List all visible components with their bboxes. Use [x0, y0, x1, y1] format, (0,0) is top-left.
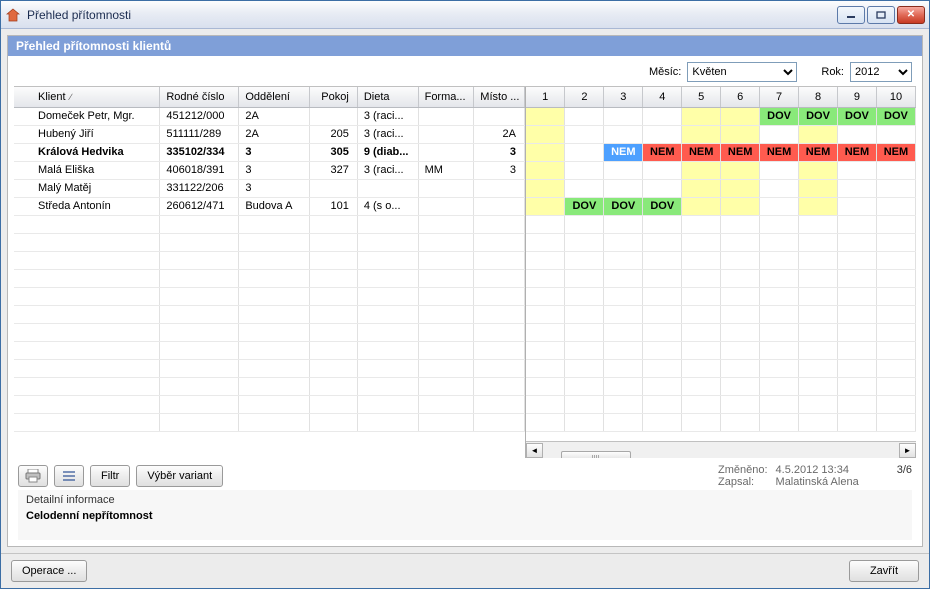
col-day-6[interactable]: 6	[721, 87, 760, 107]
filter-button[interactable]: Filtr	[90, 465, 130, 487]
row-counter: 3/6	[867, 464, 912, 476]
table-row[interactable]	[14, 377, 525, 395]
sort-asc-icon: ∕	[68, 92, 72, 102]
window-title: Přehled přítomnosti	[27, 8, 131, 22]
col-klient[interactable]: Klient ∕	[14, 87, 160, 107]
month-label: Měsíc:	[649, 66, 681, 78]
col-dieta[interactable]: Dieta	[357, 87, 418, 107]
table-row[interactable]	[526, 305, 916, 323]
table-row[interactable]	[526, 125, 916, 143]
close-button[interactable]: ✕	[897, 6, 925, 24]
meta-info: Změněno: 4.5.2012 13:34 3/6 Zapsal: Mala…	[718, 464, 912, 488]
table-row[interactable]	[526, 179, 916, 197]
table-row[interactable]	[526, 413, 916, 431]
print-button[interactable]	[18, 465, 48, 487]
detail-box: Detailní informace Celodenní nepřítomnos…	[18, 490, 912, 540]
changed-label: Změněno:	[718, 464, 768, 476]
minimize-button[interactable]	[837, 6, 865, 24]
table-row[interactable]	[526, 161, 916, 179]
table-row[interactable]	[526, 341, 916, 359]
table-row[interactable]	[14, 215, 525, 233]
maximize-button[interactable]	[867, 6, 895, 24]
col-day-3[interactable]: 3	[604, 87, 643, 107]
col-misto[interactable]: Místo ...	[474, 87, 525, 107]
col-day-2[interactable]: 2	[565, 87, 604, 107]
table-row[interactable]: Středa Antonín260612/471Budova A1014 (s …	[14, 197, 525, 215]
table-row[interactable]	[526, 395, 916, 413]
detail-label: Detailní informace	[26, 494, 904, 506]
col-day-4[interactable]: 4	[643, 87, 682, 107]
panel-header: Přehled přítomnosti klientů	[8, 36, 922, 56]
detail-value: Celodenní nepřítomnost	[26, 510, 904, 522]
table-row[interactable]	[14, 287, 525, 305]
month-select[interactable]: Květen	[687, 62, 797, 82]
table-row[interactable]: NEMNEMNEMNEMNEMNEMNEMNEM	[526, 143, 916, 161]
horizontal-scrollbar[interactable]: ◄ ►	[526, 441, 916, 458]
col-odd[interactable]: Oddělení	[239, 87, 310, 107]
grid-left[interactable]: Klient ∕ Rodné číslo Oddělení Pokoj Diet…	[14, 87, 526, 458]
table-row[interactable]	[526, 377, 916, 395]
grid: Klient ∕ Rodné číslo Oddělení Pokoj Diet…	[14, 86, 916, 458]
table-row[interactable]	[14, 305, 525, 323]
table-row[interactable]: Domeček Petr, Mgr.451212/0002A3 (raci...	[14, 107, 525, 125]
table-row[interactable]	[526, 215, 916, 233]
col-forma[interactable]: Forma...	[418, 87, 474, 107]
zavrit-button[interactable]: Zavřít	[849, 560, 919, 582]
filter-bar: Měsíc: Květen Rok: 2012	[8, 56, 922, 86]
col-pokoj[interactable]: Pokoj	[310, 87, 358, 107]
scroll-right-arrow[interactable]: ►	[899, 443, 916, 458]
year-select[interactable]: 2012	[850, 62, 912, 82]
col-day-9[interactable]: 9	[838, 87, 877, 107]
table-row[interactable]	[526, 251, 916, 269]
scroll-left-arrow[interactable]: ◄	[526, 443, 543, 458]
col-day-10[interactable]: 10	[876, 87, 915, 107]
col-day-5[interactable]: 5	[682, 87, 721, 107]
table-row[interactable]	[526, 269, 916, 287]
changed-value: 4.5.2012 13:34	[776, 464, 859, 476]
toolbar: Filtr Výběr variant Změněno: 4.5.2012 13…	[8, 458, 922, 490]
year-label: Rok:	[821, 66, 844, 78]
operace-button[interactable]: Operace ...	[11, 560, 87, 582]
content-panel: Přehled přítomnosti klientů Měsíc: Květe…	[7, 35, 923, 547]
table-row[interactable]	[14, 323, 525, 341]
table-row[interactable]	[526, 359, 916, 377]
table-row[interactable]	[14, 359, 525, 377]
grid-right[interactable]: 12345678910 DOVDOVDOVDOV NEMNEMNEMNEMNEMN…	[526, 87, 916, 458]
table-row[interactable]	[14, 395, 525, 413]
scroll-thumb[interactable]	[561, 451, 631, 458]
table-row[interactable]: Malý Matěj331122/2063	[14, 179, 525, 197]
table-row[interactable]	[526, 233, 916, 251]
app-window: Přehled přítomnosti ✕ Přehled přítomnost…	[0, 0, 930, 589]
table-row[interactable]	[14, 413, 525, 431]
table-row[interactable]: Malá Eliška406018/39133273 (raci...MM3	[14, 161, 525, 179]
wrote-label: Zapsal:	[718, 476, 768, 488]
col-day-7[interactable]: 7	[760, 87, 799, 107]
col-day-1[interactable]: 1	[526, 87, 565, 107]
wrote-value: Malatinská Alena	[776, 476, 859, 488]
table-row[interactable]	[14, 341, 525, 359]
table-row[interactable]: DOVDOVDOVDOV	[526, 107, 916, 125]
footer: Operace ... Zavřít	[1, 553, 929, 588]
table-row[interactable]	[14, 269, 525, 287]
table-row[interactable]: Králová Hedvika335102/33433059 (diab...3	[14, 143, 525, 161]
titlebar: Přehled přítomnosti ✕	[1, 1, 929, 29]
col-day-8[interactable]: 8	[799, 87, 838, 107]
table-row[interactable]: Hubený Jiří511111/2892A2053 (raci...2A	[14, 125, 525, 143]
table-row[interactable]	[526, 287, 916, 305]
table-row[interactable]	[526, 323, 916, 341]
variants-button[interactable]: Výběr variant	[136, 465, 223, 487]
table-row[interactable]	[14, 233, 525, 251]
col-rc[interactable]: Rodné číslo	[160, 87, 239, 107]
table-row[interactable]: DOVDOVDOV	[526, 197, 916, 215]
table-row[interactable]	[14, 251, 525, 269]
list-button[interactable]	[54, 465, 84, 487]
app-icon	[5, 7, 21, 23]
